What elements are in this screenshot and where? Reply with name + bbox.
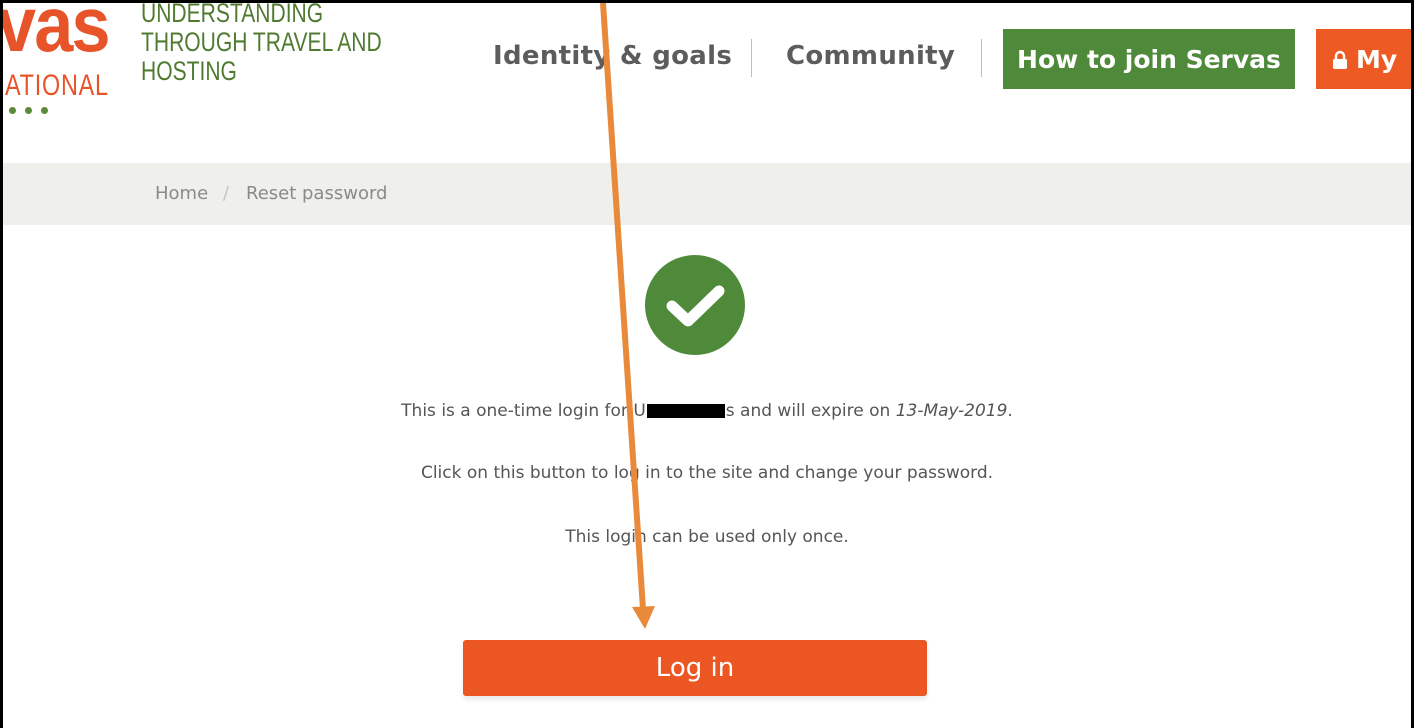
logo-tagline: UNDERSTANDING THROUGH TRAVEL AND HOSTING [141, 0, 382, 86]
tagline-line: HOSTING [141, 56, 237, 86]
message-text: and will expire on [740, 401, 891, 421]
how-to-join-button[interactable]: How to join Servas [1003, 29, 1295, 89]
message-text: This is a one-time login for [401, 401, 628, 421]
tagline-line: UNDERSTANDING [141, 0, 324, 28]
breadcrumb-home[interactable]: Home [155, 183, 208, 204]
one-time-login-message: This is a one-time login for Us and will… [3, 401, 1411, 421]
my-account-button[interactable]: My [1316, 29, 1411, 89]
logo-dot [41, 107, 48, 114]
single-use-notice: This login can be used only once. [565, 527, 849, 547]
logo-wordmark[interactable]: vas [3, 3, 111, 63]
message-period: . [1007, 401, 1013, 421]
logo-dot [9, 107, 16, 114]
breadcrumb-current: Reset password [246, 183, 388, 204]
tagline-line: THROUGH TRAVEL AND [141, 27, 382, 57]
username-redaction [646, 404, 725, 418]
my-account-label: My [1356, 44, 1398, 74]
username-visible: U [633, 401, 646, 421]
log-in-button[interactable]: Log in [463, 640, 927, 696]
nav-identity-goals[interactable]: Identity & goals [493, 41, 732, 71]
breadcrumb-separator: / [223, 183, 230, 204]
instruction-message: Click on this button to log in to the si… [420, 463, 994, 483]
logo-subtext: ATIONAL [5, 69, 109, 102]
expiry-date: 13-May-2019 [895, 401, 1008, 421]
lock-icon [1333, 50, 1347, 69]
breadcrumb: Home / Reset password [3, 163, 1411, 225]
nav-divider [981, 39, 982, 77]
logo-dot [25, 107, 32, 114]
nav-community[interactable]: Community [786, 41, 955, 71]
check-circle-icon [645, 255, 745, 355]
logo-dots [9, 107, 48, 114]
site-header: vas ATIONAL UNDERSTANDING THROUGH TRAVEL… [3, 3, 1411, 163]
username-tail: s [725, 401, 735, 421]
nav-divider [751, 39, 752, 77]
page-frame: vas ATIONAL UNDERSTANDING THROUGH TRAVEL… [0, 0, 1414, 728]
